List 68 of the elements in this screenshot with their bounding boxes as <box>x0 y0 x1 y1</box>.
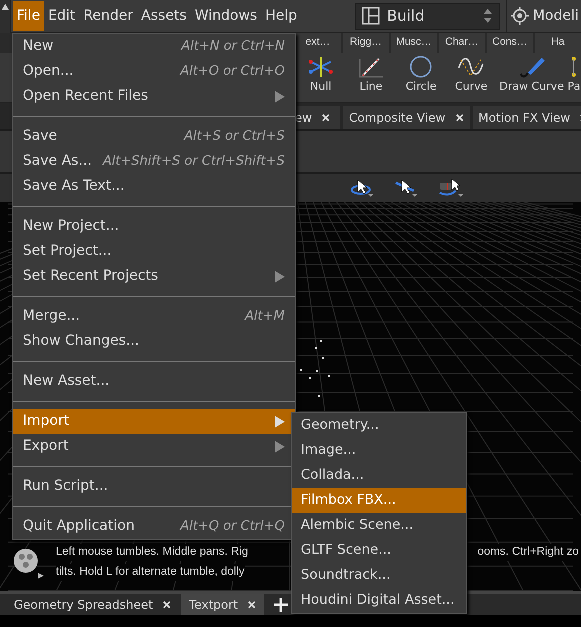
tool-button[interactable]: Pa <box>567 53 581 102</box>
menu-item[interactable]: Save Alt+S or Ctrl+S <box>13 124 295 149</box>
shelf-tab[interactable]: Char… <box>439 33 485 53</box>
shelf-tab[interactable]: Rigg… <box>343 33 389 53</box>
shelf-tab[interactable]: Cons… <box>487 33 533 53</box>
tool-button[interactable]: Line <box>346 53 396 102</box>
add-tab-icon[interactable] <box>274 598 288 612</box>
menu-item[interactable]: Assets <box>137 0 191 32</box>
tool-button[interactable]: Null <box>296 53 346 102</box>
tool-button[interactable]: Draw Curve <box>496 53 568 102</box>
menu-item[interactable]: Soundtrack... <box>292 563 466 588</box>
hint-text: tilts. Hold L for alternate tumble, dolly <box>56 564 245 581</box>
close-icon[interactable] <box>322 114 330 122</box>
point-cloud <box>298 340 330 397</box>
desktop-dropdown[interactable]: Build <box>355 2 500 30</box>
menu-item[interactable]: Help <box>261 0 302 32</box>
pane-tab[interactable]: Textport <box>181 594 264 615</box>
menu-item[interactable]: New Asset... <box>13 369 295 394</box>
menu-item[interactable]: Show Changes... <box>13 329 295 354</box>
layout-icon <box>362 7 380 25</box>
close-icon[interactable] <box>163 600 172 608</box>
hint-text: ooms. Ctrl+Right zo <box>478 544 579 561</box>
menu-item[interactable]: Alembic Scene... <box>292 513 466 538</box>
tool-button[interactable]: Circle <box>396 53 446 102</box>
tool-button[interactable]: Curve <box>446 53 496 102</box>
menu-item[interactable]: Geometry... <box>292 413 466 438</box>
menu-item[interactable]: Set Recent Projects <box>13 264 295 289</box>
menu-item[interactable]: Run Script... <box>13 474 295 499</box>
menu-item[interactable]: Render <box>80 0 138 32</box>
menu-item[interactable]: Collada... <box>292 463 466 488</box>
path-icon <box>570 56 578 78</box>
collapse-arrow-icon[interactable] <box>2 4 8 10</box>
pane-tab[interactable]: Motion FX View <box>472 106 581 129</box>
shelf-tab[interactable]: ext… <box>295 33 341 53</box>
menu-item[interactable]: Merge... Alt+M <box>13 304 295 329</box>
tumble-tool-icon[interactable] <box>350 178 376 198</box>
hint-text: Left mouse tumbles. Middle pans. Rig <box>56 544 248 561</box>
spinner-arrows-icon[interactable] <box>483 8 494 24</box>
menu-item[interactable]: Edit <box>44 0 80 32</box>
menu-item[interactable]: Open Recent Files <box>13 84 295 109</box>
menu-item[interactable]: Export <box>13 434 295 459</box>
menu-item[interactable]: Save As... Alt+Shift+S or Ctrl+Shift+S <box>13 149 295 174</box>
menu-item[interactable]: File <box>13 0 44 32</box>
target-icon <box>511 7 530 25</box>
menu-item[interactable]: GLTF Scene... <box>292 538 466 563</box>
pen-icon <box>518 56 546 78</box>
line-icon <box>357 56 386 78</box>
shelf-tab[interactable]: Ha <box>535 33 581 53</box>
curve-icon <box>457 56 486 78</box>
pan-tool-icon[interactable] <box>394 178 420 198</box>
camera-tool-icon[interactable] <box>438 178 466 198</box>
context-label[interactable]: Modeli <box>533 6 579 26</box>
shelf-tab[interactable]: Musc… <box>391 33 437 53</box>
pane-tab[interactable]: ew <box>295 106 340 129</box>
menu-item[interactable]: Import <box>13 409 295 434</box>
menu-item[interactable]: Houdini Digital Asset... <box>292 588 466 613</box>
menu-item[interactable]: Set Project... <box>13 239 295 264</box>
close-icon[interactable] <box>456 114 464 122</box>
menu-item[interactable]: Windows <box>190 0 262 32</box>
menu-item[interactable]: Image... <box>292 438 466 463</box>
menu-item[interactable]: Quit Application Alt+Q or Ctrl+Q <box>13 514 295 539</box>
menu-item[interactable]: New Project... <box>13 214 295 239</box>
close-icon[interactable] <box>248 600 256 608</box>
menu-item[interactable]: Filmbox FBX... <box>292 488 466 513</box>
pane-tab[interactable]: Composite View <box>343 106 470 129</box>
null-icon <box>307 56 336 78</box>
menu-item[interactable]: Open... Alt+O or Ctrl+O <box>13 59 295 84</box>
menu-item[interactable]: New Alt+N or Ctrl+N <box>13 34 295 59</box>
